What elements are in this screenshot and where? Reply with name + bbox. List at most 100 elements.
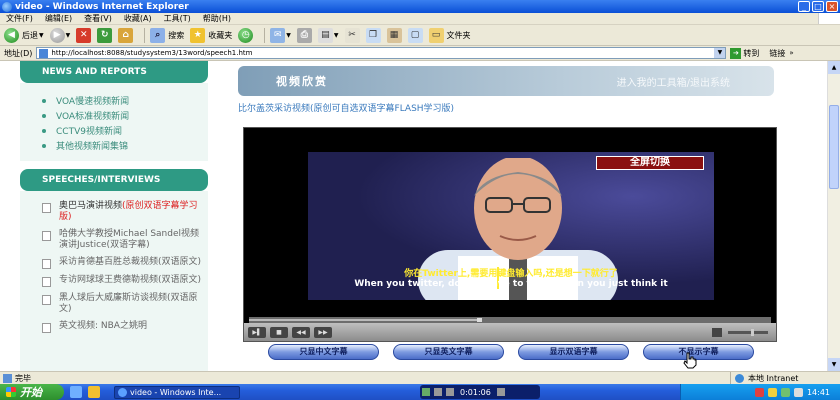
page-icon: [39, 48, 49, 58]
bullet-icon: [42, 113, 46, 118]
speech-link-federer[interactable]: 专访网球球王费德勒视频(双语原文): [42, 275, 204, 287]
minimize-button[interactable]: _: [798, 1, 810, 12]
stop-media-button[interactable]: ■: [270, 326, 288, 338]
forward-media-button[interactable]: ▶▶: [314, 326, 332, 338]
network-icon[interactable]: [780, 387, 790, 397]
speeches-heading: SPEECHES/INTERVIEWS: [20, 169, 208, 191]
toolbar-divider: [144, 27, 146, 43]
video-frame[interactable]: 全屏切换 你在Twitter上,需要用键盘输入吗,还是想一下就行了 When y…: [308, 152, 714, 300]
menu-bar: 文件(F) 编辑(E) 查看(V) 收藏(A) 工具(T) 帮助(H): [0, 13, 840, 25]
go-button[interactable]: ➔ 转到: [730, 47, 759, 59]
search-button[interactable]: ⌕ 搜索: [150, 27, 184, 43]
show-desktop-icon[interactable]: [70, 386, 82, 398]
bilingual-button[interactable]: 显示双语字幕: [518, 344, 629, 360]
menu-edit[interactable]: 编辑(E): [45, 13, 72, 24]
window-title: video - Windows Internet Explorer: [15, 1, 189, 12]
scissors-icon: ✂: [344, 27, 360, 43]
page-done-icon: [3, 373, 12, 383]
media-play-icon[interactable]: [446, 388, 454, 396]
maximize-button[interactable]: □: [812, 1, 824, 12]
stop-button[interactable]: ✕: [76, 27, 92, 43]
system-tray: 14:41: [680, 384, 840, 400]
play-button[interactable]: ▶▌: [248, 326, 266, 338]
chevron-down-icon: ▼: [39, 31, 44, 39]
print-button[interactable]: ⎙: [296, 27, 312, 43]
scroll-thumb[interactable]: [829, 105, 839, 189]
paste-button[interactable]: ▦: [386, 27, 402, 43]
speech-link-yao[interactable]: 英文视频: NBA之姚明: [42, 321, 204, 333]
address-dropdown-button[interactable]: ▼: [714, 48, 726, 58]
tray-app-icon[interactable]: [767, 387, 777, 397]
mail-button[interactable]: ✉ ▼: [270, 27, 291, 43]
media-time: 0:01:06: [460, 387, 491, 397]
tray-app-icon[interactable]: [754, 387, 764, 397]
english-only-button[interactable]: 只显英文字幕: [393, 344, 504, 360]
folders-button[interactable]: ▭ 文件夹: [428, 27, 471, 43]
seek-bar[interactable]: [249, 317, 771, 323]
address-input[interactable]: http://localhost:8088/studysystem3/13wor…: [36, 47, 727, 59]
media-stop-icon[interactable]: [434, 388, 442, 396]
scroll-up-button[interactable]: ▲: [828, 61, 840, 74]
home-button[interactable]: ⌂: [118, 27, 134, 43]
links-chevron-icon[interactable]: »: [789, 49, 793, 57]
speech-link-obama[interactable]: 奥巴马演讲视频(原创双语字幕学习版): [42, 201, 204, 223]
mail-icon: ✉: [270, 27, 286, 43]
back-button[interactable]: ◀ 后退 ▼: [4, 27, 44, 43]
window-titlebar: video - Windows Internet Explorer _ □ ×: [0, 0, 840, 13]
history-button[interactable]: ◷: [238, 27, 254, 43]
start-button[interactable]: 开始: [0, 384, 64, 400]
speech-link-sandel[interactable]: 哈佛大学教授Michael Sandel视频演讲Justice(双语字幕): [42, 229, 204, 251]
address-url: http://localhost:8088/studysystem3/13wor…: [51, 49, 253, 57]
menu-help[interactable]: 帮助(H): [203, 13, 231, 24]
speech-link-williams[interactable]: 黑人球后大威廉斯访谈视频(双语原文): [42, 293, 204, 315]
security-zone: 本地 Intranet: [730, 371, 840, 385]
chevron-down-icon: ▼: [65, 31, 71, 39]
stop-icon: ✕: [76, 27, 92, 43]
page-content: NEWS AND REPORTS VOA慢速视频新闻 VOA标准视频新闻 CCT…: [0, 61, 827, 371]
fullscreen-toolbar-button[interactable]: ▢: [407, 27, 423, 43]
volume-slider[interactable]: [728, 328, 768, 336]
news-link-other[interactable]: 其他视频新闻集锦: [42, 138, 208, 153]
news-link-voa-slow[interactable]: VOA慢速视频新闻: [42, 93, 208, 108]
refresh-button[interactable]: ↻: [97, 27, 113, 43]
chinese-only-button[interactable]: 只显中文字幕: [268, 344, 379, 360]
vertical-scrollbar[interactable]: ▲ ▼: [827, 61, 840, 371]
toolbox-exit-link[interactable]: 进入我的工具箱/退出系统: [617, 74, 730, 89]
hand-cursor-icon: [683, 352, 697, 369]
ie-icon: [2, 1, 12, 12]
seek-handle[interactable]: [476, 318, 482, 322]
speech-link-kfc[interactable]: 采访肯德基百胜总裁视频(双语原文): [42, 257, 204, 269]
cut-button[interactable]: ✂: [344, 27, 360, 43]
folder-icon: ▭: [428, 27, 444, 43]
ie-quicklaunch-icon[interactable]: [88, 386, 100, 398]
news-link-voa-standard[interactable]: VOA标准视频新闻: [42, 108, 208, 123]
refresh-icon: ↻: [97, 27, 113, 43]
history-icon: ◷: [238, 27, 254, 43]
taskbar-item-ie[interactable]: video - Windows Inte...: [114, 385, 240, 399]
media-icon[interactable]: [422, 388, 430, 396]
menu-file[interactable]: 文件(F): [6, 13, 33, 24]
media-next-icon[interactable]: [496, 388, 505, 396]
menu-view[interactable]: 查看(V): [84, 13, 112, 24]
caption-chinese: 你在Twitter上,需要用键盘输入吗,还是想一下就行了: [404, 269, 618, 279]
volume-icon[interactable]: [793, 387, 803, 397]
caption-english: When you twitter, do you have to type or…: [354, 279, 668, 289]
address-label: 地址(D): [4, 48, 33, 58]
volume-handle[interactable]: [751, 328, 754, 336]
globe-icon: [735, 373, 744, 383]
menu-favorites[interactable]: 收藏(A): [124, 13, 152, 24]
favorites-button[interactable]: ★ 收藏夹: [190, 27, 232, 43]
edit-button[interactable]: ▤ ▼: [317, 27, 339, 43]
close-button[interactable]: ×: [826, 1, 838, 12]
news-link-cctv9[interactable]: CCTV9视频新闻: [42, 123, 208, 138]
fullscreen-toggle-button[interactable]: 全屏切换: [596, 156, 704, 170]
rewind-button[interactable]: ◀◀: [292, 326, 310, 338]
menu-tools[interactable]: 工具(T): [164, 13, 191, 24]
news-list: VOA慢速视频新闻 VOA标准视频新闻 CCTV9视频新闻 其他视频新闻集锦: [20, 83, 208, 161]
forward-button[interactable]: ▶ ▼: [49, 27, 71, 43]
document-icon: [42, 259, 51, 269]
speaker-icon[interactable]: [712, 327, 722, 337]
scroll-down-button[interactable]: ▼: [828, 358, 840, 371]
links-button[interactable]: 链接: [769, 48, 785, 59]
copy-button[interactable]: ❐: [365, 27, 381, 43]
